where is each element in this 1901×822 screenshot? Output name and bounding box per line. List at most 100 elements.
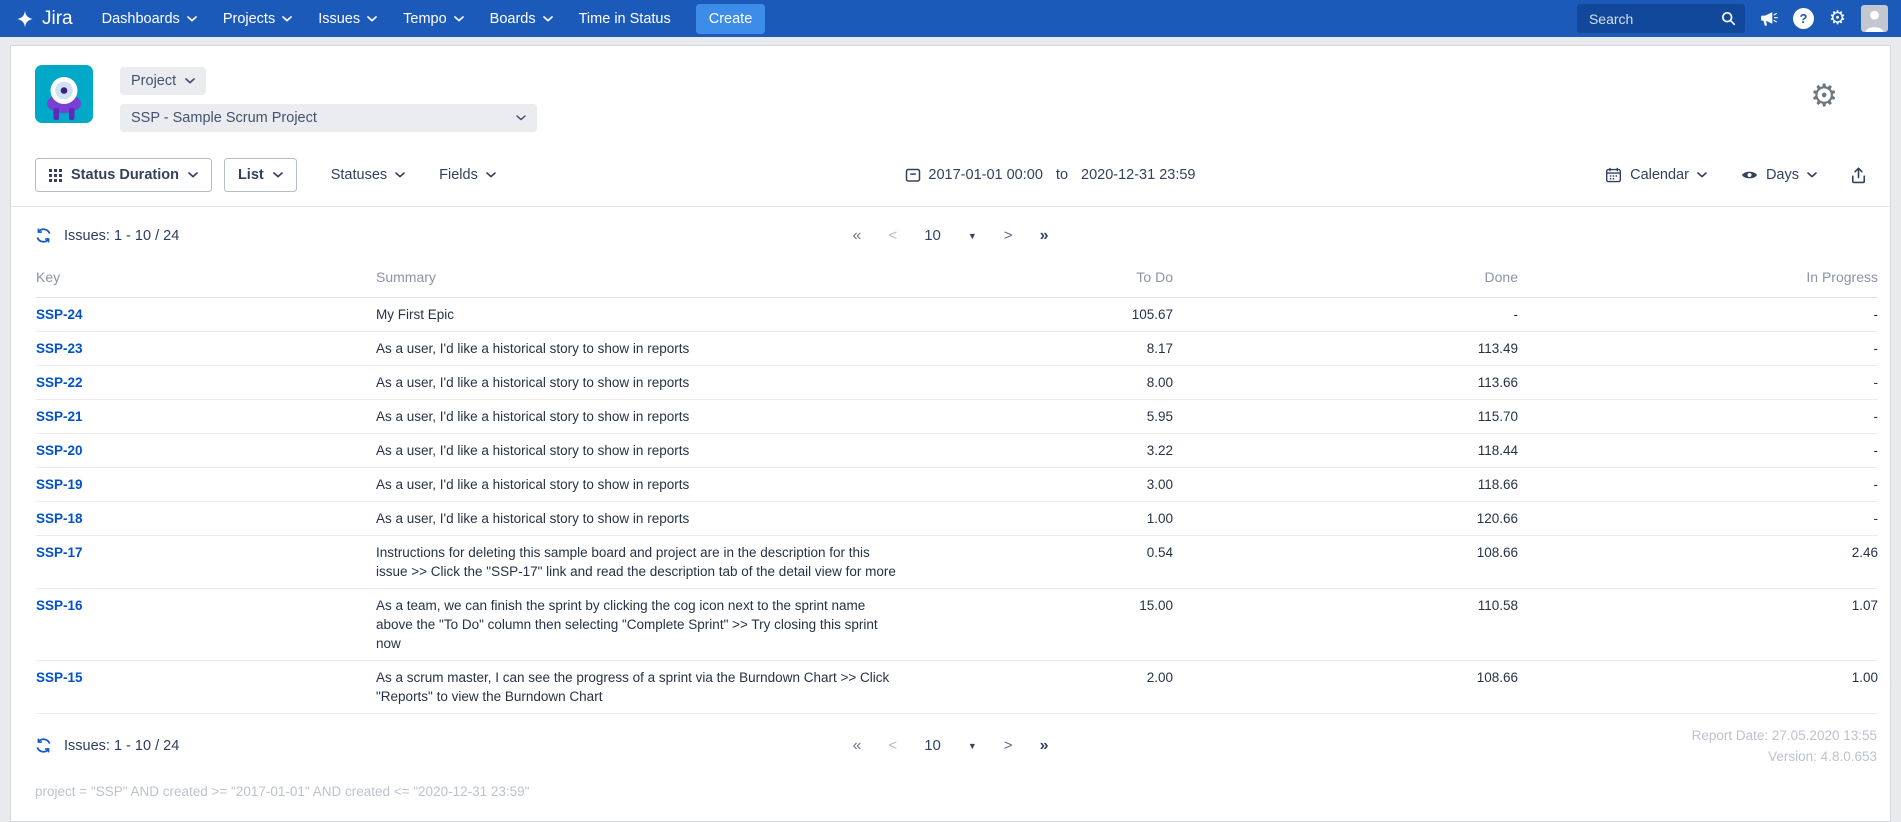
search-icon[interactable] (1721, 11, 1736, 26)
page-size-value[interactable]: 10 (924, 737, 941, 754)
done-value: 115.70 (1173, 400, 1518, 434)
calendar-icon (1605, 167, 1622, 183)
create-button[interactable]: Create (696, 4, 766, 34)
search-input[interactable] (1587, 10, 1721, 28)
project-avatar (35, 65, 93, 123)
chevron-down-icon (1807, 172, 1817, 178)
page-size-dropdown-icon[interactable]: ▼ (968, 741, 977, 751)
gear-icon[interactable]: ⚙ (1829, 9, 1846, 28)
top-navigation: Jira Dashboards Projects Issues Tempo Bo… (0, 0, 1901, 37)
todo-value: 3.00 (905, 468, 1173, 502)
pagination-first-button[interactable]: « (853, 737, 862, 755)
jira-logo-home[interactable]: Jira (15, 8, 73, 30)
issue-key-link[interactable]: SSP-15 (36, 670, 83, 685)
issue-summary: As a team, we can finish the sprint by c… (376, 596, 905, 653)
table-row: SSP-17 Instructions for deleting this sa… (36, 536, 1878, 589)
issue-summary: As a user, I'd like a historical story t… (376, 339, 905, 358)
column-header-key[interactable]: Key (36, 247, 376, 298)
table-row: SSP-16 As a team, we can finish the spri… (36, 589, 1878, 661)
table-row: SSP-22 As a user, I'd like a historical … (36, 366, 1878, 400)
issue-summary: My First Epic (376, 305, 905, 324)
todo-value: 1.00 (905, 502, 1173, 536)
pagination-last-button[interactable]: » (1040, 737, 1049, 755)
todo-value: 105.67 (905, 298, 1173, 332)
issue-summary: Instructions for deleting this sample bo… (376, 543, 905, 581)
nav-item-dashboards[interactable]: Dashboards (89, 0, 210, 37)
done-value: 108.66 (1173, 661, 1518, 714)
date-range-picker[interactable]: 2017-01-01 00:00 to 2020-12-31 23:59 (496, 167, 1605, 183)
pagination-next-button[interactable]: > (1004, 227, 1013, 244)
user-avatar[interactable] (1861, 5, 1888, 32)
pagination-prev-button[interactable]: < (888, 227, 897, 244)
help-icon[interactable]: ? (1793, 8, 1814, 29)
nav-item-boards[interactable]: Boards (477, 0, 566, 37)
nav-item-issues[interactable]: Issues (305, 0, 390, 37)
pagination-top: « < 10 ▼ > » (853, 227, 1049, 245)
issue-key-link[interactable]: SSP-23 (36, 341, 83, 356)
issue-key-link[interactable]: SSP-19 (36, 477, 83, 492)
issue-key-link[interactable]: SSP-21 (36, 409, 83, 424)
pagination-bottom: « < 10 ▼ > » (853, 737, 1049, 755)
issue-key-link[interactable]: SSP-24 (36, 307, 83, 322)
page-size-dropdown-icon[interactable]: ▼ (968, 231, 977, 241)
issue-key-link[interactable]: SSP-18 (36, 511, 83, 526)
project-select[interactable]: SSP - Sample Scrum Project (120, 104, 537, 132)
in-progress-value: - (1518, 434, 1878, 468)
brand-text: Jira (42, 8, 73, 30)
table-row: SSP-15 As a scrum master, I can see the … (36, 661, 1878, 714)
chevron-down-icon (188, 172, 198, 178)
issue-key-link[interactable]: SSP-22 (36, 375, 83, 390)
settings-gear-icon[interactable]: ⚙ (1810, 80, 1838, 111)
pagination-next-button[interactable]: > (1004, 737, 1013, 754)
refresh-icon[interactable] (35, 227, 52, 244)
refresh-icon[interactable] (35, 737, 52, 754)
fields-dropdown[interactable]: Fields (439, 167, 496, 183)
done-value: 113.49 (1173, 332, 1518, 366)
pagination-prev-button[interactable]: < (888, 737, 897, 754)
export-icon[interactable] (1851, 167, 1866, 184)
jql-query-text: project = "SSP" AND created >= "2017-01-… (11, 760, 1890, 821)
done-value: 113.66 (1173, 366, 1518, 400)
pagination-first-button[interactable]: « (853, 227, 862, 245)
column-header-done[interactable]: Done (1173, 247, 1518, 298)
in-progress-value: - (1518, 298, 1878, 332)
chevron-down-icon (454, 16, 464, 22)
column-header-summary[interactable]: Summary (376, 247, 905, 298)
chevron-down-icon (543, 16, 553, 22)
calendar-icon (905, 167, 921, 183)
column-header-in-progress[interactable]: In Progress (1518, 247, 1878, 298)
issues-bar-top: Issues: 1 - 10 / 24 « < 10 ▼ > » (11, 207, 1890, 247)
chevron-down-icon (367, 16, 377, 22)
todo-value: 15.00 (905, 589, 1173, 661)
chevron-down-icon (516, 115, 526, 121)
nav-item-time-in-status[interactable]: Time in Status (566, 0, 684, 37)
issue-summary: As a user, I'd like a historical story t… (376, 407, 905, 426)
chevron-down-icon (395, 172, 405, 178)
page-size-value[interactable]: 10 (924, 227, 941, 244)
megaphone-icon[interactable] (1760, 11, 1778, 27)
issue-key-link[interactable]: SSP-16 (36, 598, 83, 613)
pagination-last-button[interactable]: » (1040, 227, 1049, 245)
project-type-dropdown[interactable]: Project (120, 67, 206, 95)
nav-item-projects[interactable]: Projects (210, 0, 305, 37)
unit-dropdown[interactable]: Days (1741, 167, 1817, 183)
issue-summary: As a user, I'd like a historical story t… (376, 475, 905, 494)
search-box (1577, 4, 1745, 33)
report-type-dropdown[interactable]: Status Duration (35, 158, 212, 192)
issue-summary: As a user, I'd like a historical story t… (376, 373, 905, 392)
issue-key-link[interactable]: SSP-20 (36, 443, 83, 458)
issues-count-label: Issues: 1 - 10 / 24 (64, 228, 179, 244)
table-row: SSP-20 As a user, I'd like a historical … (36, 434, 1878, 468)
issue-summary: As a user, I'd like a historical story t… (376, 509, 905, 528)
todo-value: 8.00 (905, 366, 1173, 400)
calendar-mode-dropdown[interactable]: Calendar (1605, 167, 1707, 183)
issue-key-link[interactable]: SSP-17 (36, 545, 83, 560)
view-dropdown[interactable]: List (224, 158, 297, 192)
issue-summary: As a user, I'd like a historical story t… (376, 441, 905, 460)
issue-summary: As a scrum master, I can see the progres… (376, 668, 905, 706)
column-header-todo[interactable]: To Do (905, 247, 1173, 298)
statuses-dropdown[interactable]: Statuses (331, 167, 405, 183)
in-progress-value: - (1518, 332, 1878, 366)
done-value: 118.44 (1173, 434, 1518, 468)
nav-item-tempo[interactable]: Tempo (390, 0, 477, 37)
